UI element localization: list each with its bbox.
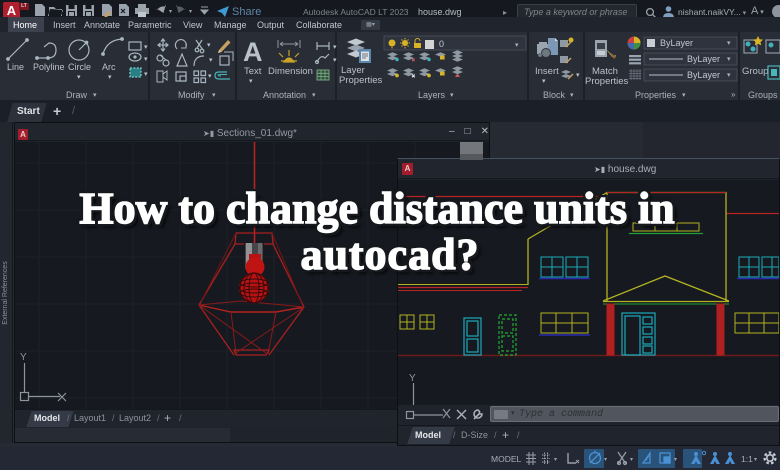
svg-text:Insert: Insert [535,66,559,77]
svg-text:▾: ▾ [630,457,633,463]
svg-text:A: A [243,37,263,67]
svg-text:▾: ▾ [93,92,97,99]
svg-text:▾: ▾ [77,74,81,81]
svg-text:▾: ▾ [515,42,519,49]
svg-text:▾: ▾ [108,74,112,81]
svg-text:▾: ▾ [727,56,731,63]
svg-text:»: » [731,90,736,99]
svg-text:▾: ▾ [144,71,148,78]
svg-text:1:1: 1:1 [741,454,753,464]
svg-text:▾: ▾ [727,40,731,47]
svg-text:▾: ▾ [674,457,677,463]
svg-text:Block: Block [543,90,566,100]
svg-text:▾: ▾ [542,78,546,85]
svg-text:▾: ▾ [682,92,686,99]
svg-text:Arc: Arc [102,62,116,72]
svg-text:Circle: Circle [68,62,91,72]
svg-text:▾: ▾ [189,9,192,15]
svg-text:▾: ▾ [144,56,148,63]
svg-text:0: 0 [439,39,444,49]
svg-text:MODEL: MODEL [491,454,522,464]
svg-text:Group: Group [742,66,768,77]
svg-text:▾: ▾ [570,92,574,99]
svg-text:▾: ▾ [554,457,557,463]
svg-text:ByLayer: ByLayer [687,54,720,64]
svg-text:Properties: Properties [339,75,383,86]
svg-text:Y: Y [20,352,27,363]
svg-text:Line: Line [7,62,24,72]
svg-text:Draw: Draw [66,90,88,100]
svg-text:Modify: Modify [178,90,205,100]
svg-text:Y: Y [409,373,416,384]
svg-text:Layers: Layers [418,90,446,100]
svg-text:Properties: Properties [585,76,629,87]
svg-text:▾: ▾ [208,73,212,80]
svg-text:▾: ▾ [450,92,454,99]
svg-text:▾: ▾ [576,72,580,79]
svg-text:▾: ▾ [212,92,216,99]
svg-text:Groups: Groups [748,90,778,100]
svg-text:▾: ▾ [169,9,172,15]
svg-text:▾: ▾ [604,457,607,463]
svg-text:▾: ▾ [333,57,337,64]
svg-text:▾: ▾ [333,44,337,51]
svg-text:▾: ▾ [312,92,316,99]
svg-text:ByLayer: ByLayer [687,70,720,80]
svg-text:ByLayer: ByLayer [660,38,693,48]
svg-text:▾: ▾ [209,57,213,64]
svg-text:Annotation: Annotation [263,90,306,100]
svg-text:Properties: Properties [635,90,677,100]
svg-text:▾: ▾ [727,72,731,79]
svg-text:▾: ▾ [249,78,253,85]
svg-text:▾: ▾ [754,457,757,463]
svg-text:Dimension: Dimension [268,66,313,77]
svg-text:▾: ▾ [207,42,211,49]
svg-text:▾: ▾ [144,44,148,51]
svg-text:Text: Text [244,66,262,77]
svg-text:Polyline: Polyline [33,62,65,72]
